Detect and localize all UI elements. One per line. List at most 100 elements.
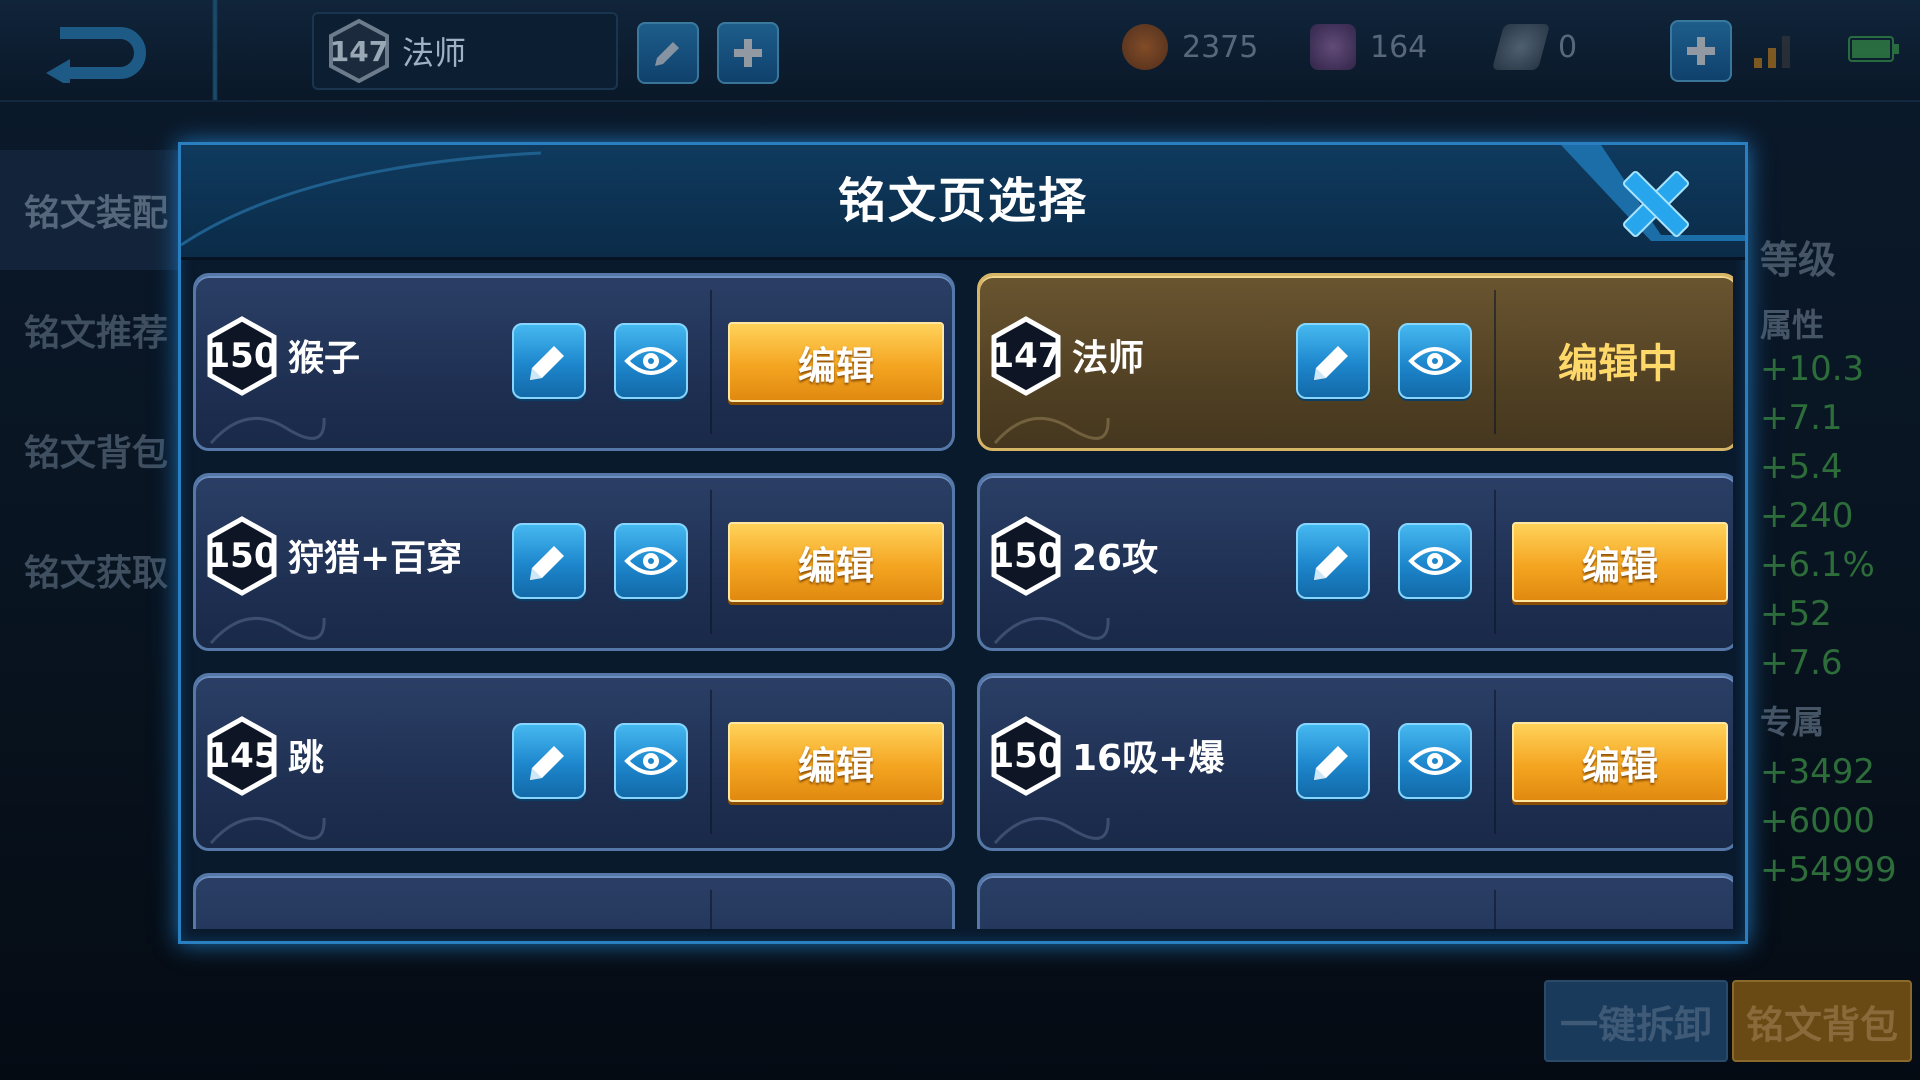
gold-currency: 2375 bbox=[1122, 22, 1258, 72]
rename-button[interactable] bbox=[1296, 723, 1370, 799]
exclusive-value: +3492 bbox=[1760, 752, 1876, 792]
pencil-icon bbox=[530, 546, 564, 580]
attr-value: +6.1% bbox=[1760, 545, 1875, 585]
rune-page-select-dialog: 铭文页选择 150 猴子 编辑 147 法师 编辑中 150 狩猎+百穿 编辑 … bbox=[178, 142, 1748, 944]
preview-button[interactable] bbox=[1398, 523, 1472, 599]
preview-button[interactable] bbox=[1398, 323, 1472, 399]
level-label: 等级 bbox=[1760, 238, 1837, 282]
edit-button[interactable]: 编辑 bbox=[728, 322, 944, 402]
header-divider bbox=[185, 0, 245, 100]
rune-page-card[interactable]: 150 26攻 编辑 bbox=[977, 473, 1733, 651]
gold-coin-icon bbox=[1122, 24, 1168, 70]
recharge-button[interactable] bbox=[1670, 20, 1732, 82]
editing-status: 编辑中 bbox=[1558, 341, 1678, 387]
card-divider bbox=[1494, 490, 1496, 634]
pencil-icon bbox=[655, 42, 679, 66]
exclusive-value: +54999 bbox=[1760, 850, 1897, 890]
pencil-icon bbox=[1314, 546, 1348, 580]
rename-button[interactable] bbox=[1296, 523, 1370, 599]
card-divider bbox=[710, 690, 712, 834]
level-badge: 150 bbox=[990, 516, 1062, 596]
page-name: 猴子 bbox=[288, 338, 361, 379]
level-badge: 147 bbox=[990, 316, 1062, 396]
rune-page-card-current[interactable]: 147 法师 编辑中 bbox=[977, 273, 1733, 451]
preview-button[interactable] bbox=[614, 523, 688, 599]
side-navigation: 铭文装配 铭文推荐 铭文背包 铭文获取 bbox=[0, 150, 180, 630]
eye-icon bbox=[1408, 747, 1462, 775]
edit-button[interactable]: 编辑 bbox=[1512, 522, 1728, 602]
card-divider bbox=[1494, 290, 1496, 434]
level-badge: 145 bbox=[206, 716, 278, 796]
page-name: 26攻 bbox=[1072, 538, 1159, 579]
unload-all-button[interactable]: 一键拆卸 bbox=[1544, 980, 1728, 1062]
edit-button[interactable]: 编辑 bbox=[728, 722, 944, 802]
exclusive-value: +6000 bbox=[1760, 801, 1876, 841]
rune-page-card[interactable]: 150 狩猎+百穿 编辑 bbox=[193, 473, 955, 651]
top-bar: 147 法师 2375 164 0 bbox=[0, 0, 1920, 102]
rune-stats-panel: 等级 属性 +10.3 +7.1 +5.4 +240 +6.1% +52 +7.… bbox=[1760, 220, 1920, 899]
close-icon bbox=[1623, 171, 1689, 237]
signal-icon bbox=[1754, 36, 1790, 68]
edit-button[interactable]: 编辑 bbox=[1512, 722, 1728, 802]
attr-value: +52 bbox=[1760, 594, 1832, 634]
eye-icon bbox=[1408, 547, 1462, 575]
battery-icon bbox=[1848, 36, 1899, 62]
current-rune-page-selector[interactable]: 147 法师 bbox=[312, 12, 618, 90]
eye-icon bbox=[1408, 347, 1462, 375]
page-name: 狩猎+百穿 bbox=[288, 538, 463, 579]
back-button[interactable] bbox=[30, 15, 170, 90]
card-divider bbox=[1494, 890, 1496, 929]
level-badge: 150 bbox=[990, 716, 1062, 796]
attr-label: 属性 bbox=[1760, 306, 1825, 344]
dialog-header: 铭文页选择 bbox=[181, 145, 1745, 260]
level-badge: 150 bbox=[206, 516, 278, 596]
attr-value: +7.6 bbox=[1760, 643, 1843, 683]
exclusive-label: 专属 bbox=[1760, 703, 1825, 741]
rune-page-card[interactable]: 150 猴子 编辑 bbox=[193, 273, 955, 451]
back-arrow-icon bbox=[46, 26, 146, 83]
coupon-currency: 0 bbox=[1491, 22, 1577, 72]
pencil-icon bbox=[1314, 346, 1348, 380]
preview-button[interactable] bbox=[614, 723, 688, 799]
rename-button[interactable] bbox=[1296, 323, 1370, 399]
plus-icon bbox=[1687, 37, 1715, 65]
card-divider bbox=[710, 890, 712, 929]
rename-button[interactable] bbox=[512, 723, 586, 799]
page-name: 跳 bbox=[288, 738, 325, 779]
eye-icon bbox=[624, 347, 678, 375]
level-badge: 147 bbox=[326, 18, 392, 84]
edit-button[interactable]: 编辑 bbox=[728, 522, 944, 602]
side-nav-rune-bag[interactable]: 铭文背包 bbox=[0, 390, 180, 510]
side-nav-rune-recommend[interactable]: 铭文推荐 bbox=[0, 270, 180, 390]
preview-button[interactable] bbox=[614, 323, 688, 399]
pencil-icon bbox=[530, 346, 564, 380]
pencil-icon bbox=[1314, 746, 1348, 780]
close-button[interactable] bbox=[1611, 159, 1701, 249]
plus-icon bbox=[734, 39, 762, 67]
rune-bag-button[interactable]: 铭文背包 bbox=[1732, 980, 1912, 1062]
diamond-currency: 164 bbox=[1310, 22, 1427, 72]
attr-value: +5.4 bbox=[1760, 447, 1843, 487]
card-divider bbox=[710, 290, 712, 434]
rune-page-card[interactable] bbox=[977, 873, 1733, 929]
rename-page-button[interactable] bbox=[637, 22, 699, 84]
attr-value: +240 bbox=[1760, 496, 1854, 536]
side-nav-rune-obtain[interactable]: 铭文获取 bbox=[0, 510, 180, 630]
coupon-icon bbox=[1491, 24, 1551, 70]
rune-page-card[interactable]: 145 跳 编辑 bbox=[193, 673, 955, 851]
card-divider bbox=[710, 490, 712, 634]
diamond-icon bbox=[1310, 24, 1356, 70]
side-nav-rune-assembly[interactable]: 铭文装配 bbox=[0, 150, 180, 270]
page-name: 法师 bbox=[1072, 338, 1145, 379]
eye-icon bbox=[624, 747, 678, 775]
card-divider bbox=[1494, 690, 1496, 834]
dialog-title: 铭文页选择 bbox=[837, 173, 1088, 229]
rune-page-card[interactable]: 150 16吸+爆 编辑 bbox=[977, 673, 1733, 851]
add-page-button[interactable] bbox=[717, 22, 779, 84]
level-badge: 150 bbox=[206, 316, 278, 396]
attr-value: +10.3 bbox=[1760, 349, 1865, 389]
rune-page-card[interactable] bbox=[193, 873, 955, 929]
rename-button[interactable] bbox=[512, 323, 586, 399]
rename-button[interactable] bbox=[512, 523, 586, 599]
preview-button[interactable] bbox=[1398, 723, 1472, 799]
